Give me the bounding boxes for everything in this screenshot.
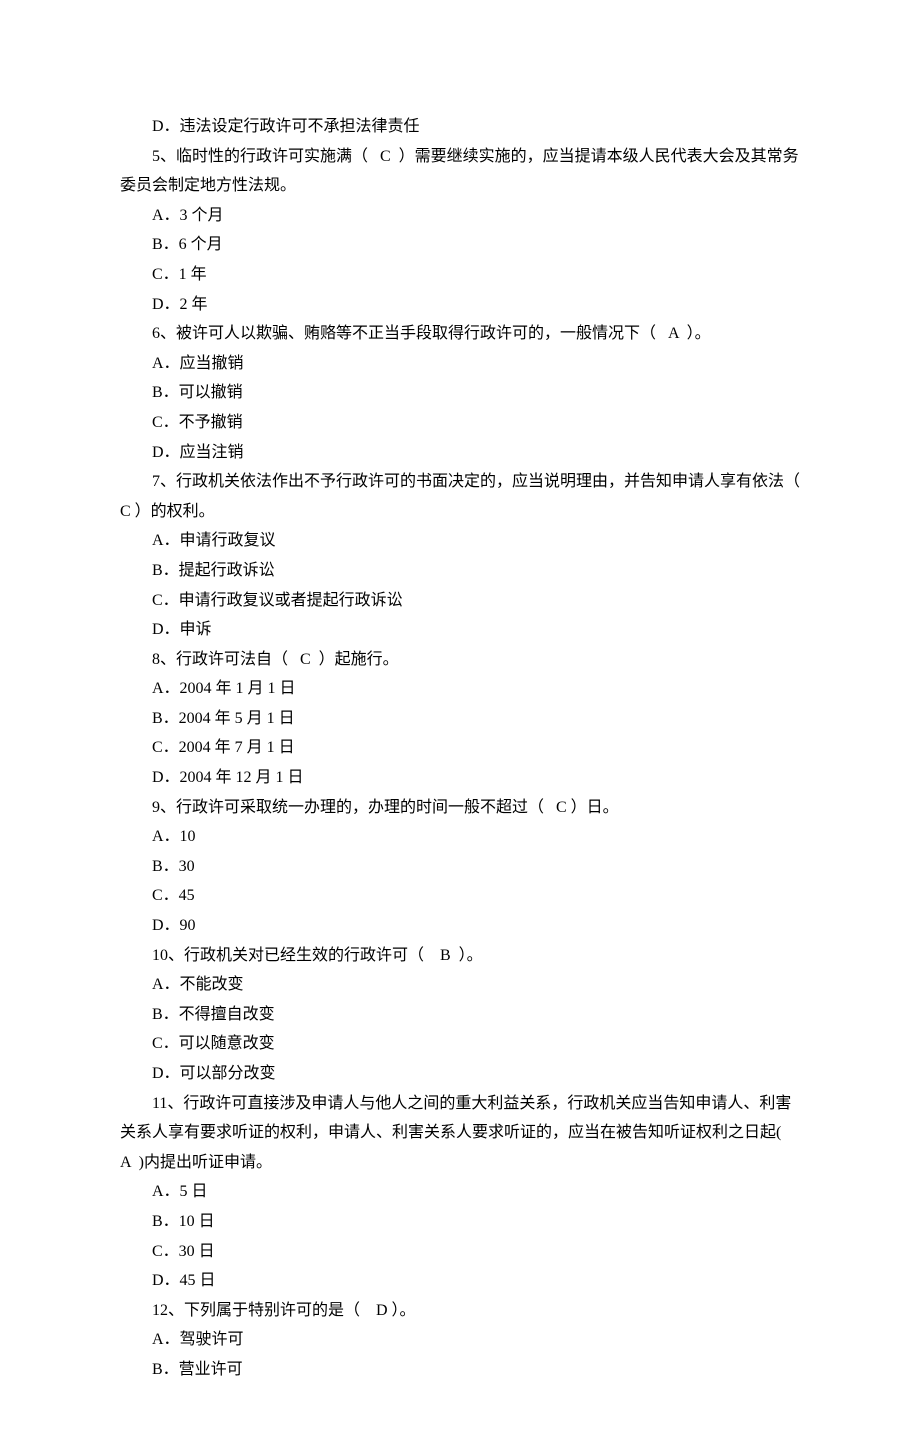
text-line: 6、被许可人以欺骗、贿赂等不正当手段取得行政许可的，一般情况下（ A ）。 [120, 319, 800, 349]
text-line: 5、临时性的行政许可实施满（ C ）需要继续实施的，应当提请本级人民代表大会及其… [120, 142, 800, 201]
document-page: D．违法设定行政许可不承担法律责任5、临时性的行政许可实施满（ C ）需要继续实… [0, 0, 920, 1445]
text-line: D．2004 年 12 月 1 日 [120, 763, 800, 793]
text-line: B．30 [120, 852, 800, 882]
text-line: B．6 个月 [120, 230, 800, 260]
text-line: A．不能改变 [120, 970, 800, 1000]
text-line: D．应当注销 [120, 438, 800, 468]
text-line: C．2004 年 7 月 1 日 [120, 733, 800, 763]
text-line: A．申请行政复议 [120, 526, 800, 556]
document-body: D．违法设定行政许可不承担法律责任5、临时性的行政许可实施满（ C ）需要继续实… [120, 112, 800, 1385]
text-line: C．可以随意改变 [120, 1029, 800, 1059]
text-line: A．10 [120, 822, 800, 852]
text-line: A．驾驶许可 [120, 1325, 800, 1355]
text-line: B．提起行政诉讼 [120, 556, 800, 586]
text-line: 8、行政许可法自（ C ）起施行。 [120, 645, 800, 675]
text-line: 12、下列属于特别许可的是（ D ）。 [120, 1296, 800, 1326]
text-line: 7、行政机关依法作出不予行政许可的书面决定的，应当说明理由，并告知申请人享有依法… [120, 467, 800, 526]
text-line: C．30 日 [120, 1237, 800, 1267]
text-line: C．45 [120, 881, 800, 911]
text-line: D．违法设定行政许可不承担法律责任 [120, 112, 800, 142]
text-line: 10、行政机关对已经生效的行政许可（ B ）。 [120, 941, 800, 971]
text-line: B．营业许可 [120, 1355, 800, 1385]
text-line: B．10 日 [120, 1207, 800, 1237]
text-line: D．可以部分改变 [120, 1059, 800, 1089]
text-line: 11、行政许可直接涉及申请人与他人之间的重大利益关系，行政机关应当告知申请人、利… [120, 1089, 800, 1178]
text-line: C．不予撤销 [120, 408, 800, 438]
text-line: A．5 日 [120, 1177, 800, 1207]
text-line: C．1 年 [120, 260, 800, 290]
text-line: 9、行政许可采取统一办理的，办理的时间一般不超过（ C ）日。 [120, 793, 800, 823]
text-line: B．可以撤销 [120, 378, 800, 408]
text-line: A．3 个月 [120, 201, 800, 231]
text-line: D．90 [120, 911, 800, 941]
text-line: A．应当撤销 [120, 349, 800, 379]
text-line: C．申请行政复议或者提起行政诉讼 [120, 586, 800, 616]
text-line: D．申诉 [120, 615, 800, 645]
text-line: B．不得擅自改变 [120, 1000, 800, 1030]
text-line: A．2004 年 1 月 1 日 [120, 674, 800, 704]
text-line: D．2 年 [120, 290, 800, 320]
text-line: D．45 日 [120, 1266, 800, 1296]
text-line: B．2004 年 5 月 1 日 [120, 704, 800, 734]
